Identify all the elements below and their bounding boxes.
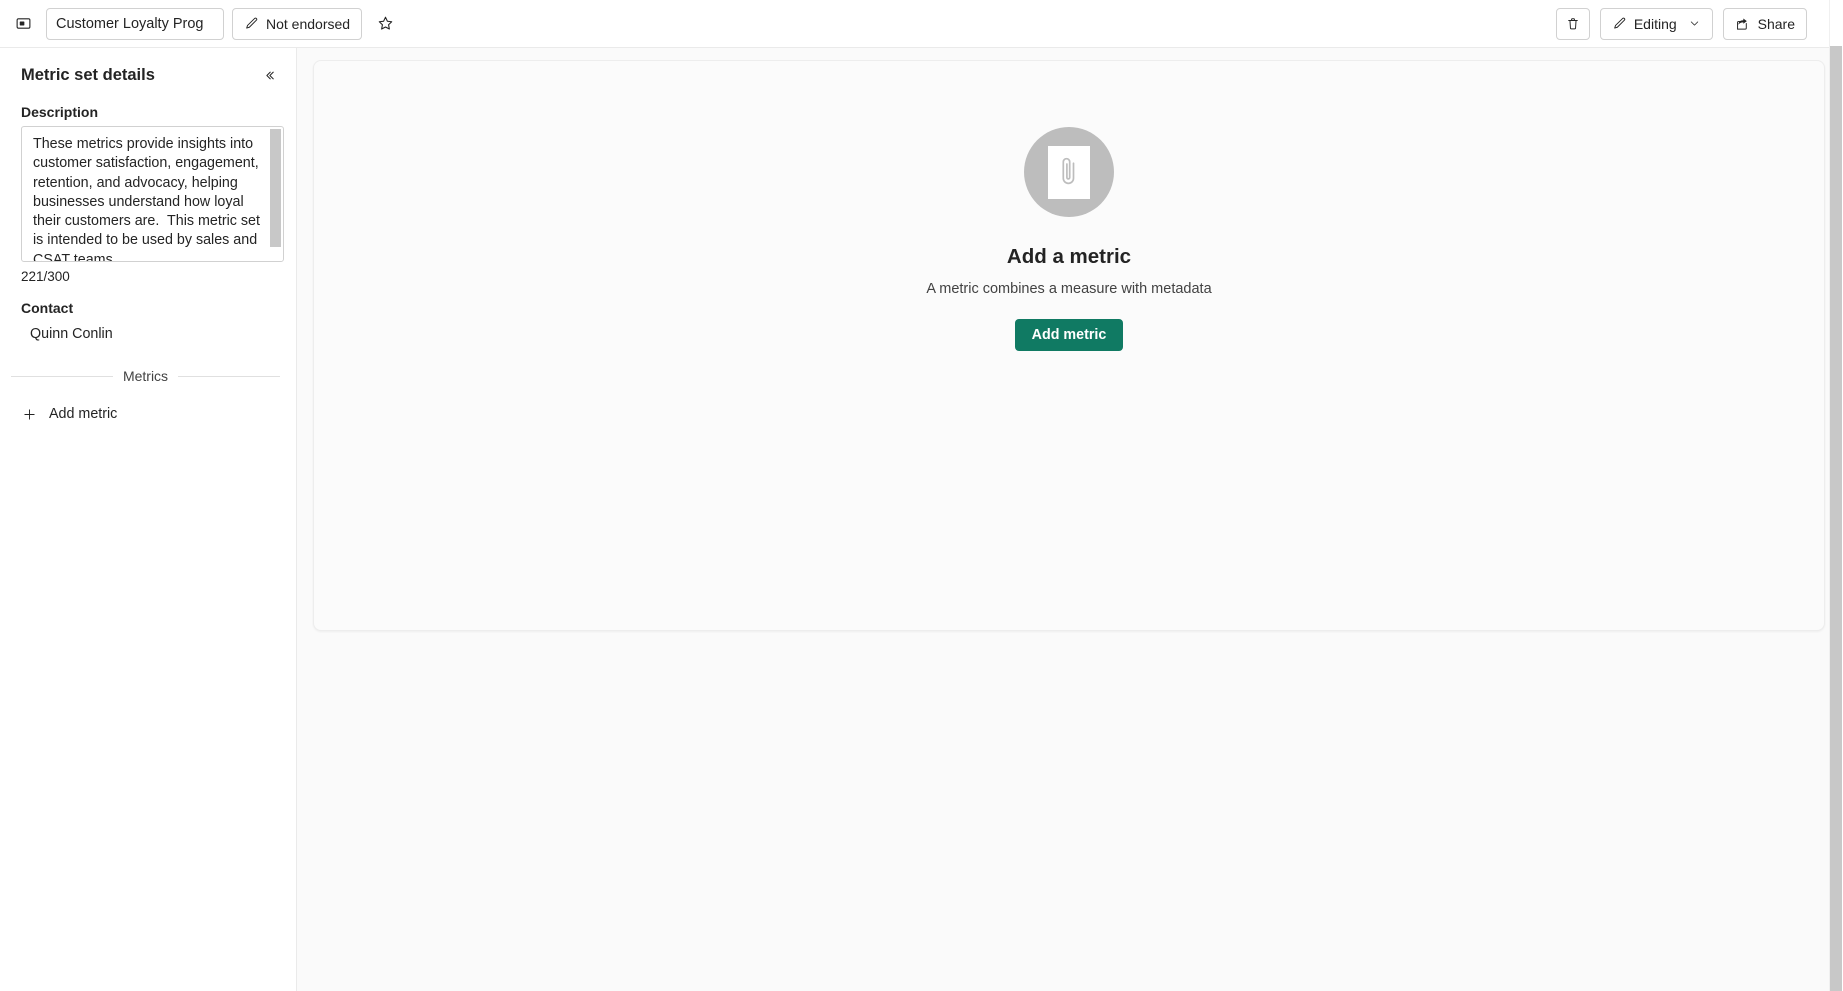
editing-mode-button[interactable]: Editing xyxy=(1599,7,1713,40)
star-outline-icon xyxy=(377,15,394,32)
double-chevron-left-icon-svg xyxy=(265,71,274,79)
metrics-section-divider: Metrics xyxy=(0,342,296,384)
add-metric-button[interactable]: Add metric xyxy=(1014,319,1124,351)
pencil-icon xyxy=(244,16,259,31)
topbar-right-group: Editing Share xyxy=(1555,7,1829,40)
share-label: Share xyxy=(1757,15,1795,32)
editing-mode-label: Editing xyxy=(1633,15,1677,32)
contact-value[interactable]: Quinn Conlin xyxy=(0,322,296,342)
trash-icon xyxy=(1565,16,1581,32)
endorsement-button[interactable]: Not endorsed xyxy=(232,7,363,40)
plus-icon-svg xyxy=(24,408,35,420)
description-label: Description xyxy=(21,104,99,120)
pencil-icon-svg xyxy=(1614,17,1626,29)
metric-set-details-panel: Metric set details Description 221/300 C… xyxy=(0,48,297,991)
favorite-button[interactable] xyxy=(370,9,400,39)
chevron-down-icon-svg xyxy=(1690,21,1698,26)
description-field-wrap xyxy=(0,126,296,262)
panel-left-icon[interactable] xyxy=(8,9,38,39)
page-scrollbar-thumb[interactable] xyxy=(1830,46,1842,991)
panel-title: Metric set details xyxy=(21,65,155,84)
contact-label: Contact xyxy=(21,300,74,316)
description-scrollbar-track[interactable] xyxy=(270,128,282,261)
collapse-panel-button[interactable] xyxy=(256,62,282,88)
plus-icon xyxy=(22,407,37,422)
description-textarea-box[interactable] xyxy=(21,126,284,262)
sidebar-add-metric-link[interactable]: Add metric xyxy=(0,384,117,422)
top-command-bar: Customer Loyalty Prog Not endorsed Editi… xyxy=(0,0,1843,48)
pencil-icon-svg xyxy=(246,17,258,29)
pencil-icon xyxy=(1612,16,1627,31)
empty-state-content: Add a metric A metric combines a measure… xyxy=(926,127,1212,351)
divider-line-left xyxy=(11,375,113,377)
app-body: Metric set details Description 221/300 C… xyxy=(0,48,1843,991)
empty-state-title: Add a metric xyxy=(1006,245,1132,268)
share-icon xyxy=(1735,16,1751,32)
metrics-divider-label: Metrics xyxy=(122,368,169,384)
main-content-area: Add a metric A metric combines a measure… xyxy=(297,48,1843,991)
panel-header: Metric set details xyxy=(0,48,296,94)
document-shape xyxy=(1047,145,1090,199)
panel-left-icon-svg xyxy=(16,18,30,29)
empty-state-card: Add a metric A metric combines a measure… xyxy=(313,60,1825,631)
chevron-down-icon xyxy=(1688,17,1701,30)
paperclip-icon-svg xyxy=(1062,157,1075,185)
paperclip-document-icon xyxy=(1023,127,1114,217)
double-chevron-left-icon xyxy=(262,68,277,83)
star-outline-icon-svg xyxy=(378,16,392,30)
sidebar-add-metric-label: Add metric xyxy=(49,406,118,422)
metric-set-title-input[interactable]: Customer Loyalty Prog xyxy=(46,7,224,40)
empty-state-subtitle: A metric combines a measure with metadat… xyxy=(926,281,1212,297)
page-scrollbar-track[interactable] xyxy=(1829,0,1843,991)
topbar-left-group: Customer Loyalty Prog Not endorsed xyxy=(8,7,400,40)
divider-line-right xyxy=(178,375,280,377)
endorsement-label: Not endorsed xyxy=(266,15,351,32)
share-icon-svg xyxy=(1736,17,1747,30)
trash-icon-svg xyxy=(1568,17,1578,29)
share-button[interactable]: Share xyxy=(1722,7,1807,40)
description-textarea[interactable] xyxy=(22,127,283,261)
description-character-counter: 221/300 xyxy=(21,269,70,284)
description-scrollbar-thumb[interactable] xyxy=(270,129,281,247)
delete-button[interactable] xyxy=(1555,7,1590,40)
